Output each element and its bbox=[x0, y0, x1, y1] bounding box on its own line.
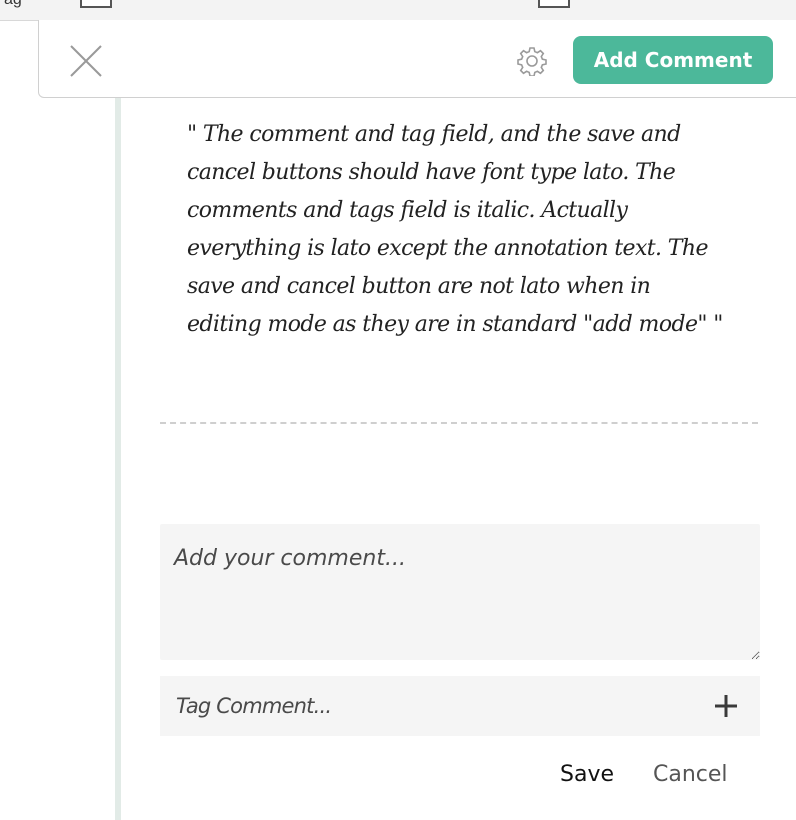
close-icon[interactable] bbox=[69, 44, 103, 78]
plus-icon[interactable] bbox=[710, 690, 742, 722]
thread-indicator bbox=[115, 98, 121, 820]
tag-input[interactable] bbox=[160, 676, 700, 736]
bookmark-fragment: ag bbox=[4, 0, 22, 9]
annotation-text: " The comment and tag field, and the sav… bbox=[187, 122, 723, 337]
bookmark-folder-icon[interactable] bbox=[538, 0, 570, 8]
cancel-button[interactable]: Cancel bbox=[641, 752, 740, 796]
add-comment-button[interactable]: Add Comment bbox=[573, 36, 773, 84]
comment-input[interactable] bbox=[160, 524, 760, 660]
gear-icon[interactable] bbox=[517, 46, 547, 77]
comment-panel-header: Add Comment bbox=[38, 20, 796, 98]
browser-bookmarks-strip: ag bbox=[0, 0, 796, 21]
tag-field bbox=[160, 676, 760, 736]
save-button[interactable]: Save bbox=[548, 752, 626, 796]
divider bbox=[160, 422, 758, 424]
bookmark-folder-icon[interactable] bbox=[80, 0, 112, 8]
